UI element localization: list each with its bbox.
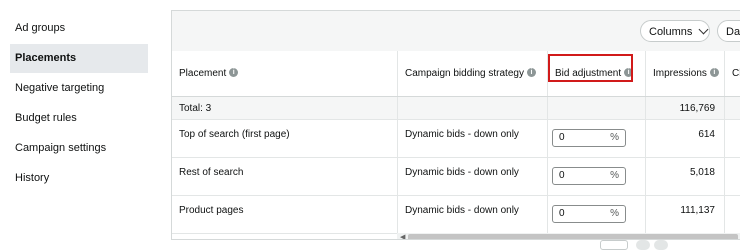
header-bid-adjustment-label: Bid adjustment	[555, 68, 622, 79]
header-clicks[interactable]: Cli	[725, 51, 740, 96]
horizontal-scrollbar[interactable]: ◀	[397, 233, 740, 239]
row-placement: Product pages	[172, 196, 398, 233]
columns-button-label: Columns	[649, 26, 693, 38]
prev-page-button[interactable]	[636, 240, 650, 250]
next-page-button[interactable]	[654, 240, 668, 250]
table-total-row: Total: 3 116,769	[172, 97, 740, 120]
row-bid-adjustment-cell: 0 %	[548, 158, 646, 195]
row-impressions: 111,137	[646, 196, 725, 233]
bid-adjustment-input[interactable]: 0 %	[552, 129, 626, 147]
header-strategy-label: Campaign bidding strategy	[405, 68, 524, 79]
row-strategy: Dynamic bids - down only	[398, 196, 548, 233]
table-header-row: Placement i Campaign bidding strategy i Bi…	[172, 51, 740, 97]
header-clicks-label: Cli	[732, 68, 740, 79]
sidebar-item-negative-targeting[interactable]: Negative targeting	[10, 74, 148, 103]
page-size-select[interactable]	[600, 240, 628, 250]
total-label: Total: 3	[172, 97, 398, 119]
bid-adjustment-value: 0	[559, 208, 565, 219]
row-impressions: 5,018	[646, 158, 725, 195]
bid-adjustment-input[interactable]: 0 %	[552, 167, 626, 185]
sidebar-item-ad-groups[interactable]: Ad groups	[10, 14, 148, 43]
info-icon[interactable]: i	[229, 67, 239, 77]
info-icon[interactable]: i	[526, 67, 536, 77]
info-icon[interactable]: i	[624, 67, 634, 77]
header-placement-label: Placement	[179, 68, 227, 79]
sidebar-item-placements[interactable]: Placements	[10, 44, 148, 73]
scrollbar-thumb[interactable]	[408, 234, 738, 239]
table-toolbar: Columns Dat	[172, 11, 740, 52]
header-bid-adjustment[interactable]: Bid adjustment i	[548, 51, 646, 96]
bid-adjustment-value: 0	[559, 132, 565, 143]
bid-adjustment-input[interactable]: 0 %	[552, 205, 626, 223]
table-row: Product pages Dynamic bids - down only 0…	[172, 196, 740, 234]
percent-symbol: %	[610, 208, 619, 219]
row-bid-adjustment-cell: 0 %	[548, 120, 646, 157]
table-row: Top of search (first page) Dynamic bids …	[172, 120, 740, 158]
total-bid-empty	[548, 97, 646, 119]
total-impressions: 116,769	[646, 97, 725, 119]
bid-adjustment-value: 0	[559, 170, 565, 181]
placements-table-panel: Columns Dat Placementi Campaign bidding …	[171, 10, 740, 240]
columns-button[interactable]: Columns	[640, 20, 710, 42]
sidebar-item-campaign-settings[interactable]: Campaign settings	[10, 134, 148, 163]
row-strategy: Dynamic bids - down only	[398, 158, 548, 195]
info-icon[interactable]: i	[709, 67, 719, 77]
header-campaign-bidding-strategy[interactable]: Campaign bidding strategy i	[398, 51, 548, 96]
header-placement[interactable]: Placement i	[172, 51, 398, 96]
row-strategy: Dynamic bids - down only	[398, 120, 548, 157]
sidebar-item-history[interactable]: History	[10, 164, 148, 193]
sidebar-item-budget-rules[interactable]: Budget rules	[10, 104, 148, 133]
percent-symbol: %	[610, 170, 619, 181]
row-impressions: 614	[646, 120, 725, 157]
total-strategy-empty	[398, 97, 548, 119]
header-impressions[interactable]: Impressions i	[646, 51, 725, 96]
percent-symbol: %	[610, 132, 619, 143]
row-placement: Top of search (first page)	[172, 120, 398, 157]
sidebar: Ad groups Placements Negative targeting …	[0, 0, 160, 244]
date-range-button-label: Dat	[726, 26, 740, 38]
row-bid-adjustment-cell: 0 %	[548, 196, 646, 233]
row-placement: Rest of search	[172, 158, 398, 195]
table-row: Rest of search Dynamic bids - down only …	[172, 158, 740, 196]
date-range-button[interactable]: Dat	[717, 20, 740, 42]
chevron-down-icon	[698, 24, 709, 35]
scroll-left-icon[interactable]: ◀	[400, 233, 405, 239]
header-impressions-label: Impressions	[653, 68, 707, 79]
